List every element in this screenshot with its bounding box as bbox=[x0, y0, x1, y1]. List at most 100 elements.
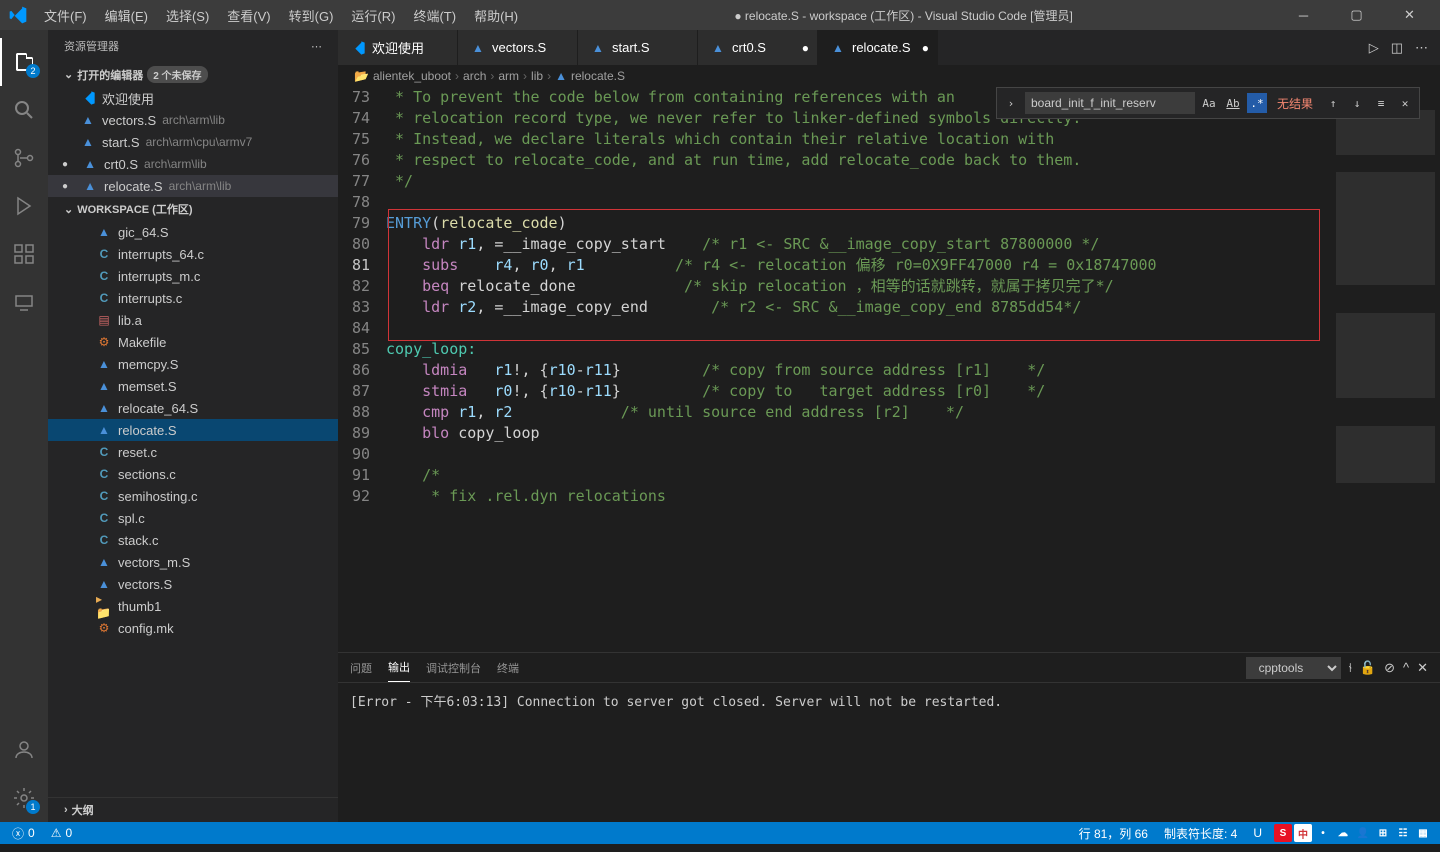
activity-extensions[interactable] bbox=[0, 230, 48, 278]
more-icon[interactable]: ⋯ bbox=[1415, 40, 1428, 56]
find-input[interactable] bbox=[1025, 92, 1195, 114]
code-line[interactable]: 81 subs r4, r0, r1 /* r4 <- relocation 偏… bbox=[346, 255, 1440, 276]
workspace-file-item[interactable]: ▲vectors_m.S bbox=[48, 551, 338, 573]
whole-word-icon[interactable]: Ab bbox=[1223, 93, 1243, 113]
output-content[interactable]: [Error - 下午6:03:13] Connection to server… bbox=[338, 683, 1440, 822]
code-line[interactable]: 83 ldr r2, =__image_copy_end /* r2 <- SR… bbox=[346, 297, 1440, 318]
open-editors-section[interactable]: ⌄ 打开的编辑器 2 个未保存 bbox=[48, 62, 338, 87]
code-line[interactable]: 90 bbox=[346, 444, 1440, 465]
code-line[interactable]: 89 blo copy_loop bbox=[346, 423, 1440, 444]
panel-tab-terminal[interactable]: 终端 bbox=[497, 654, 519, 682]
workspace-file-item[interactable]: Cinterrupts_64.c bbox=[48, 243, 338, 265]
code-line[interactable]: 91 /* bbox=[346, 465, 1440, 486]
maximize-panel-icon[interactable]: ^ bbox=[1403, 660, 1409, 675]
breadcrumb-item[interactable]: arch bbox=[463, 69, 486, 83]
breadcrumb-item[interactable]: alientek_uboot bbox=[373, 69, 451, 83]
editor-tab[interactable]: ▲start.S bbox=[578, 30, 698, 65]
menu-goto[interactable]: 转到(G) bbox=[281, 2, 342, 29]
minimap[interactable] bbox=[1330, 87, 1440, 652]
breadcrumb-item[interactable]: lib bbox=[531, 69, 543, 83]
menu-view[interactable]: 查看(V) bbox=[219, 2, 278, 29]
prev-match-icon[interactable]: ↑ bbox=[1323, 93, 1343, 113]
status-errors[interactable]: ⓧ0 bbox=[8, 825, 39, 842]
match-case-icon[interactable]: Aa bbox=[1199, 93, 1219, 113]
code-editor[interactable]: › Aa Ab .* 无结果 ↑ ↓ ≡ ✕ 73 * To prevent t… bbox=[338, 87, 1440, 652]
workspace-file-item[interactable]: Csemihosting.c bbox=[48, 485, 338, 507]
activity-remote[interactable] bbox=[0, 278, 48, 326]
breadcrumb[interactable]: 📂 alientek_uboot› arch› arm› lib› ▲ relo… bbox=[338, 65, 1440, 87]
workspace-file-item[interactable]: ▤lib.a bbox=[48, 309, 338, 331]
close-button[interactable]: ✕ bbox=[1387, 0, 1432, 30]
workspace-file-item[interactable]: Cspl.c bbox=[48, 507, 338, 529]
menu-help[interactable]: 帮助(H) bbox=[466, 2, 526, 29]
menu-terminal[interactable]: 终端(T) bbox=[405, 2, 464, 29]
menu-edit[interactable]: 编辑(E) bbox=[97, 2, 156, 29]
status-encoding[interactable]: U bbox=[1249, 826, 1266, 840]
code-line[interactable]: 85copy_loop: bbox=[346, 339, 1440, 360]
workspace-file-item[interactable]: ▲relocate_64.S bbox=[48, 397, 338, 419]
status-warnings[interactable]: ⚠0 bbox=[47, 826, 76, 840]
run-icon[interactable]: ▷ bbox=[1369, 40, 1379, 56]
lock-icon[interactable]: 🔓 bbox=[1360, 660, 1376, 676]
workspace-file-item[interactable]: ▲relocate.S bbox=[48, 419, 338, 441]
panel-tab-problems[interactable]: 问题 bbox=[350, 654, 372, 682]
maximize-button[interactable]: ▢ bbox=[1334, 0, 1379, 30]
tray-icon[interactable]: 👤 bbox=[1354, 824, 1372, 842]
code-line[interactable]: 76 * respect to relocate_code, and at ru… bbox=[346, 150, 1440, 171]
workspace-file-item[interactable]: Cinterrupts_m.c bbox=[48, 265, 338, 287]
activity-account[interactable] bbox=[0, 726, 48, 774]
close-panel-icon[interactable]: ✕ bbox=[1417, 660, 1428, 676]
workspace-file-item[interactable]: Creset.c bbox=[48, 441, 338, 463]
status-position[interactable]: 行 81，列 66 bbox=[1075, 825, 1152, 842]
tray-icon[interactable]: S bbox=[1274, 824, 1292, 842]
workspace-file-item[interactable]: ▲memset.S bbox=[48, 375, 338, 397]
tray-icon[interactable]: 中 bbox=[1294, 824, 1312, 842]
workspace-section[interactable]: ⌄ WORKSPACE (工作区) bbox=[48, 197, 338, 221]
open-editor-item[interactable]: ●▲crt0.S arch\arm\lib bbox=[48, 153, 338, 175]
tray-icon[interactable]: ☁ bbox=[1334, 824, 1352, 842]
code-line[interactable]: 80 ldr r1, =__image_copy_start /* r1 <- … bbox=[346, 234, 1440, 255]
open-editor-item[interactable]: ▲start.S arch\arm\cpu\armv7 bbox=[48, 131, 338, 153]
editor-tab[interactable]: ▲crt0.S● bbox=[698, 30, 818, 65]
filter-icon[interactable]: ⫮ bbox=[1349, 660, 1352, 676]
find-menu-icon[interactable]: ≡ bbox=[1371, 93, 1391, 113]
close-find-icon[interactable]: ✕ bbox=[1395, 93, 1415, 113]
tray-icon[interactable]: • bbox=[1314, 824, 1332, 842]
menu-file[interactable]: 文件(F) bbox=[36, 2, 95, 29]
code-line[interactable]: 86 ldmia r1!, {r10-r11} /* copy from sou… bbox=[346, 360, 1440, 381]
status-tabsize[interactable]: 制表符长度: 4 bbox=[1160, 825, 1241, 842]
next-match-icon[interactable]: ↓ bbox=[1347, 93, 1367, 113]
menu-select[interactable]: 选择(S) bbox=[158, 2, 217, 29]
editor-tab[interactable]: 欢迎使用 bbox=[338, 30, 458, 65]
split-icon[interactable]: ◫ bbox=[1391, 40, 1403, 56]
activity-scm[interactable] bbox=[0, 134, 48, 182]
code-line[interactable]: 88 cmp r1, r2 /* until source end addres… bbox=[346, 402, 1440, 423]
code-line[interactable]: 75 * Instead, we declare literals which … bbox=[346, 129, 1440, 150]
regex-icon[interactable]: .* bbox=[1247, 93, 1267, 113]
panel-tab-output[interactable]: 输出 bbox=[388, 653, 410, 682]
outline-section[interactable]: › 大纲 bbox=[48, 797, 338, 822]
tray-icon[interactable]: ▦ bbox=[1414, 824, 1432, 842]
workspace-file-item[interactable]: ⚙Makefile bbox=[48, 331, 338, 353]
activity-debug[interactable] bbox=[0, 182, 48, 230]
code-line[interactable]: 79ENTRY(relocate_code) bbox=[346, 213, 1440, 234]
code-line[interactable]: 84 bbox=[346, 318, 1440, 339]
workspace-file-item[interactable]: Cstack.c bbox=[48, 529, 338, 551]
workspace-file-item[interactable]: Csections.c bbox=[48, 463, 338, 485]
workspace-file-item[interactable]: ⚙config.mk bbox=[48, 617, 338, 639]
minimize-button[interactable]: ─ bbox=[1281, 0, 1326, 30]
tray-icon[interactable]: ⊞ bbox=[1374, 824, 1392, 842]
panel-tab-debug[interactable]: 调试控制台 bbox=[426, 654, 481, 682]
open-editor-item[interactable]: 欢迎使用 bbox=[48, 87, 338, 109]
clear-icon[interactable]: ⊘ bbox=[1384, 660, 1395, 676]
workspace-file-item[interactable]: ▲memcpy.S bbox=[48, 353, 338, 375]
activity-settings[interactable]: 1 bbox=[0, 774, 48, 822]
code-line[interactable]: 77 */ bbox=[346, 171, 1440, 192]
tray-icon[interactable]: ☷ bbox=[1394, 824, 1412, 842]
editor-tab[interactable]: ▲relocate.S● bbox=[818, 30, 938, 65]
activity-search[interactable] bbox=[0, 86, 48, 134]
output-channel-select[interactable]: cpptools bbox=[1246, 657, 1341, 679]
workspace-file-item[interactable]: ▸ 📁thumb1 bbox=[48, 595, 338, 617]
more-icon[interactable]: ⋯ bbox=[311, 40, 322, 53]
editor-tab[interactable]: ▲vectors.S bbox=[458, 30, 578, 65]
